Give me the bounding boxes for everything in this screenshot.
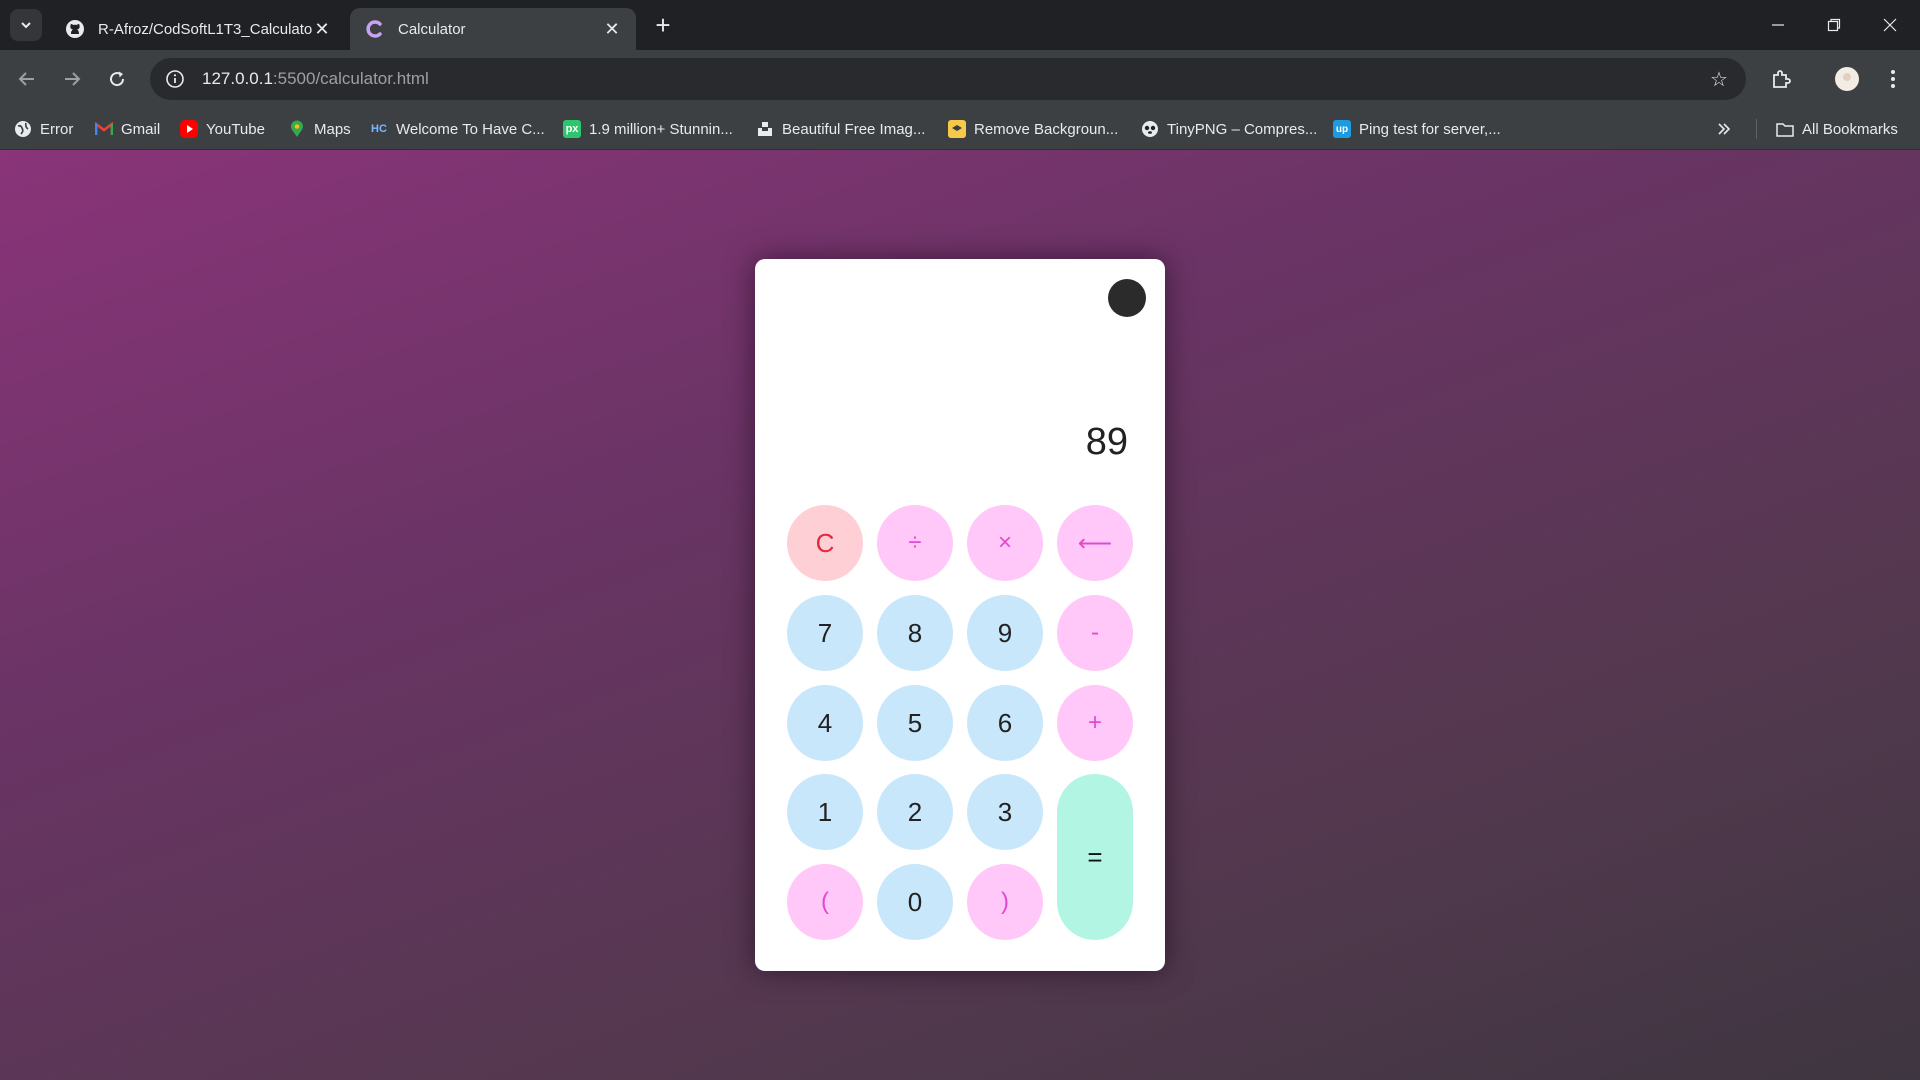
bookmark-gmail[interactable]: Gmail — [95, 117, 160, 141]
more-bookmarks-button[interactable] — [1717, 117, 1731, 141]
bookmark-tinypng[interactable]: TinyPNG – Compres... — [1141, 117, 1317, 141]
bookmark-label: Error — [40, 120, 74, 138]
arrow-left-icon — [18, 72, 34, 86]
tab-search-button[interactable] — [10, 9, 42, 41]
close-tab-icon[interactable]: ✕ — [312, 19, 332, 39]
open-paren-button[interactable]: ( — [787, 864, 863, 940]
bookmark-welcome[interactable]: HC Welcome To Have C... — [370, 117, 545, 141]
browser-menu-button[interactable] — [1876, 62, 1910, 96]
bookmark-label: Maps — [314, 120, 351, 138]
back-button[interactable] — [10, 62, 44, 96]
hc-icon: HC — [371, 123, 387, 135]
restore-button[interactable] — [1806, 0, 1862, 50]
digit-4-button[interactable]: 4 — [787, 685, 863, 761]
backspace-button[interactable]: ⟵ — [1057, 505, 1133, 581]
clear-button[interactable]: C — [787, 505, 863, 581]
bookmark-maps[interactable]: Maps — [288, 117, 351, 141]
uptrends-icon: up — [1333, 120, 1351, 138]
tab-strip: R-Afroz/CodSoftL1T3_Calculator ✕ Calcula… — [0, 0, 1920, 50]
github-icon — [64, 18, 86, 40]
minus-button[interactable]: - — [1057, 595, 1133, 671]
bookmarks-divider — [1756, 119, 1757, 139]
calculator-display: 89 — [1085, 421, 1128, 463]
digit-1-button[interactable]: 1 — [787, 774, 863, 850]
close-icon — [1883, 18, 1897, 32]
url-text: 127.0.0.1:5500/calculator.html — [202, 69, 429, 89]
globe-icon — [14, 120, 32, 138]
all-bookmarks-label: All Bookmarks — [1802, 120, 1898, 138]
bookmark-removebg[interactable]: Remove Backgroun... — [948, 117, 1118, 141]
avatar-icon — [1835, 67, 1859, 91]
puzzle-icon — [1773, 70, 1791, 88]
digit-2-button[interactable]: 2 — [877, 774, 953, 850]
calculator-card: 89 C ÷ × ⟵ 7 8 9 - 4 5 6 + 1 2 3 = ( 0 ) — [755, 259, 1165, 971]
plus-button[interactable]: + — [1057, 685, 1133, 761]
url-host: 127.0.0.1 — [202, 69, 273, 88]
digit-0-button[interactable]: 0 — [877, 864, 953, 940]
tab-github[interactable]: R-Afroz/CodSoftL1T3_Calculator ✕ — [50, 8, 346, 50]
maps-icon — [288, 120, 306, 138]
tab-calculator[interactable]: Calculator ✕ — [350, 8, 636, 50]
bookmarks-bar: Error Gmail YouTube Maps HC Welcome To H… — [0, 108, 1920, 150]
chevron-down-icon — [21, 22, 31, 29]
divide-button[interactable]: ÷ — [877, 505, 953, 581]
bookmark-unsplash[interactable]: Beautiful Free Imag... — [756, 117, 925, 141]
browser-toolbar: 127.0.0.1:5500/calculator.html ☆ — [0, 50, 1920, 108]
site-info-icon[interactable] — [154, 58, 196, 100]
tab-title: R-Afroz/CodSoftL1T3_Calculator — [98, 20, 312, 38]
kebab-menu-icon — [1891, 70, 1895, 88]
digit-8-button[interactable]: 8 — [877, 595, 953, 671]
bookmark-youtube[interactable]: YouTube — [180, 117, 265, 141]
bookmark-ping-test[interactable]: up Ping test for server,... — [1333, 117, 1501, 141]
reload-button[interactable] — [100, 62, 134, 96]
all-bookmarks-button[interactable]: All Bookmarks — [1776, 117, 1898, 141]
minimize-button[interactable] — [1750, 0, 1806, 50]
gmail-icon — [95, 120, 113, 138]
forward-button[interactable] — [55, 62, 89, 96]
close-tab-icon[interactable]: ✕ — [602, 19, 622, 39]
minimize-icon — [1772, 24, 1784, 26]
unsplash-icon — [756, 120, 774, 138]
extensions-button[interactable] — [1764, 62, 1798, 96]
youtube-icon — [180, 120, 198, 138]
removebg-icon — [948, 120, 966, 138]
bookmark-label: TinyPNG – Compres... — [1167, 120, 1318, 138]
bookmark-label: YouTube — [206, 120, 265, 138]
url-path: :5500/calculator.html — [272, 69, 429, 88]
digit-7-button[interactable]: 7 — [787, 595, 863, 671]
restore-icon — [1827, 18, 1841, 32]
new-tab-button[interactable]: + — [648, 10, 678, 40]
profile-avatar[interactable] — [1830, 62, 1864, 96]
arrow-right-icon — [65, 72, 81, 86]
reload-icon — [110, 71, 125, 87]
digit-3-button[interactable]: 3 — [967, 774, 1043, 850]
px-icon: px — [563, 120, 581, 138]
bookmark-error[interactable]: Error — [14, 117, 73, 141]
digit-5-button[interactable]: 5 — [877, 685, 953, 761]
folder-icon — [1776, 120, 1794, 138]
theme-toggle-button[interactable] — [1108, 279, 1146, 317]
close-window-button[interactable] — [1862, 0, 1918, 50]
multiply-button[interactable]: × — [967, 505, 1043, 581]
address-bar[interactable]: 127.0.0.1:5500/calculator.html ☆ — [150, 58, 1746, 100]
digit-6-button[interactable]: 6 — [967, 685, 1043, 761]
bookmark-label: Welcome To Have C... — [396, 120, 545, 138]
tinypng-icon — [1141, 120, 1159, 138]
bookmark-pixabay[interactable]: px 1.9 million+ Stunnin... — [563, 117, 733, 141]
bookmark-label: Ping test for server,... — [1359, 120, 1501, 138]
bookmark-star-icon[interactable]: ☆ — [1706, 66, 1732, 92]
page-viewport: 89 C ÷ × ⟵ 7 8 9 - 4 5 6 + 1 2 3 = ( 0 ) — [0, 150, 1920, 1080]
bookmark-label: Beautiful Free Imag... — [782, 120, 926, 138]
calculator-favicon — [364, 18, 386, 40]
close-paren-button[interactable]: ) — [967, 864, 1043, 940]
bookmark-label: 1.9 million+ Stunnin... — [589, 120, 733, 138]
equals-button[interactable]: = — [1057, 774, 1133, 940]
digit-9-button[interactable]: 9 — [967, 595, 1043, 671]
bookmark-label: Gmail — [121, 120, 161, 138]
tab-title: Calculator — [398, 20, 466, 38]
chevron-double-right-icon — [1718, 123, 1731, 135]
bookmark-label: Remove Backgroun... — [974, 120, 1119, 138]
